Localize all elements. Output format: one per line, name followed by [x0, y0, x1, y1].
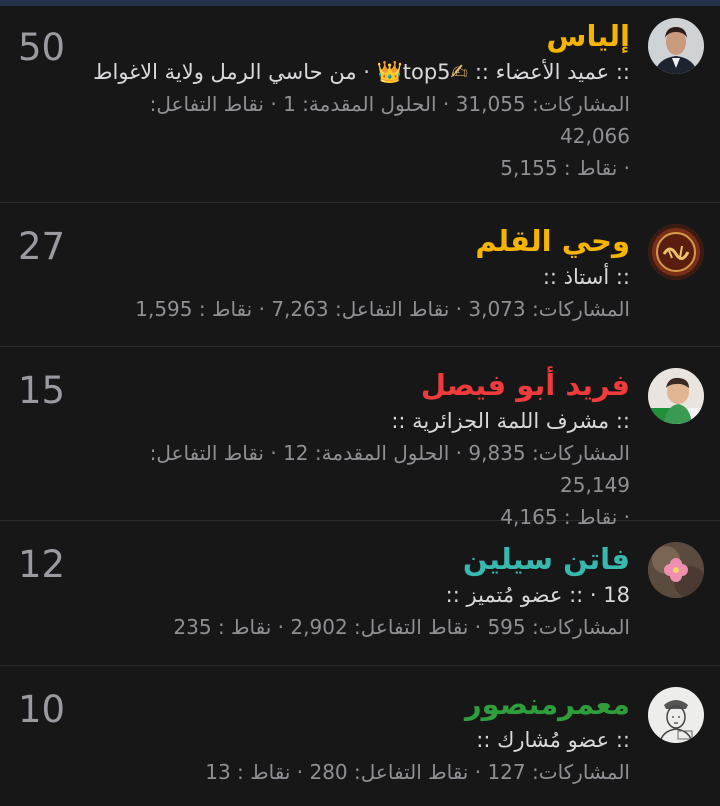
list-item[interactable]: وحي القلم :: أستاذ :: المشاركات: 3,073 ·… [0, 203, 720, 347]
members-list: إلياس :: عميد الأعضاء :: ✍top5👑 · من حاس… [0, 6, 720, 805]
list-item[interactable]: فريد أبو فيصل :: مشرف اللمة الجزائرية ::… [0, 347, 720, 529]
crown-icon: 👑 [376, 60, 403, 84]
member-points: · نقاط : 5,155 [500, 156, 630, 180]
member-stats: المشاركات: 9,835 · الحلول المقدمة: 12 · … [149, 441, 630, 497]
username[interactable]: وحي القلم [90, 221, 630, 261]
list-item[interactable]: إلياس :: عميد الأعضاء :: ✍top5👑 · من حاس… [0, 6, 720, 203]
member-title: 18 · :: عضو مُتميز :: [445, 583, 630, 607]
username[interactable]: معمرمنصور [90, 684, 630, 724]
member-stats: المشاركات: 595 · نقاط التفاعل: 2,902 · ن… [173, 615, 630, 639]
username[interactable]: إلياس [90, 16, 630, 56]
username[interactable]: فاتن سيلين [90, 539, 630, 579]
man-portrait-avatar[interactable] [648, 18, 704, 74]
member-title: :: مشرف اللمة الجزائرية :: [391, 409, 630, 433]
sketch-portrait-avatar[interactable] [648, 687, 704, 743]
member-title: :: عضو مُشارك :: [476, 728, 630, 752]
username[interactable]: فريد أبو فيصل [90, 365, 630, 405]
score-count: 50 [18, 26, 66, 69]
writing-hand-icon: ✍ [450, 60, 469, 84]
score-count: 15 [18, 369, 66, 412]
pink-flower-avatar[interactable] [648, 542, 704, 598]
child-flag-avatar[interactable] [648, 368, 704, 424]
member-stats: المشاركات: 31,055 · الحلول المقدمة: 1 · … [149, 92, 630, 148]
score-count: 12 [18, 543, 66, 586]
member-title: :: أستاذ :: [542, 265, 630, 289]
calligraphy-emblem-avatar[interactable] [648, 224, 704, 280]
score-count: 27 [18, 225, 66, 268]
member-title: :: عميد الأعضاء :: ✍top5👑 · من حاسي الرم… [93, 60, 630, 84]
list-item[interactable]: فاتن سيلين 18 · :: عضو مُتميز :: المشارك… [0, 521, 720, 666]
member-stats: المشاركات: 3,073 · نقاط التفاعل: 7,263 ·… [135, 297, 630, 321]
list-item[interactable]: معمرمنصور :: عضو مُشارك :: المشاركات: 12… [0, 666, 720, 805]
member-stats: المشاركات: 127 · نقاط التفاعل: 280 · نقا… [205, 760, 630, 784]
score-count: 10 [18, 688, 66, 731]
